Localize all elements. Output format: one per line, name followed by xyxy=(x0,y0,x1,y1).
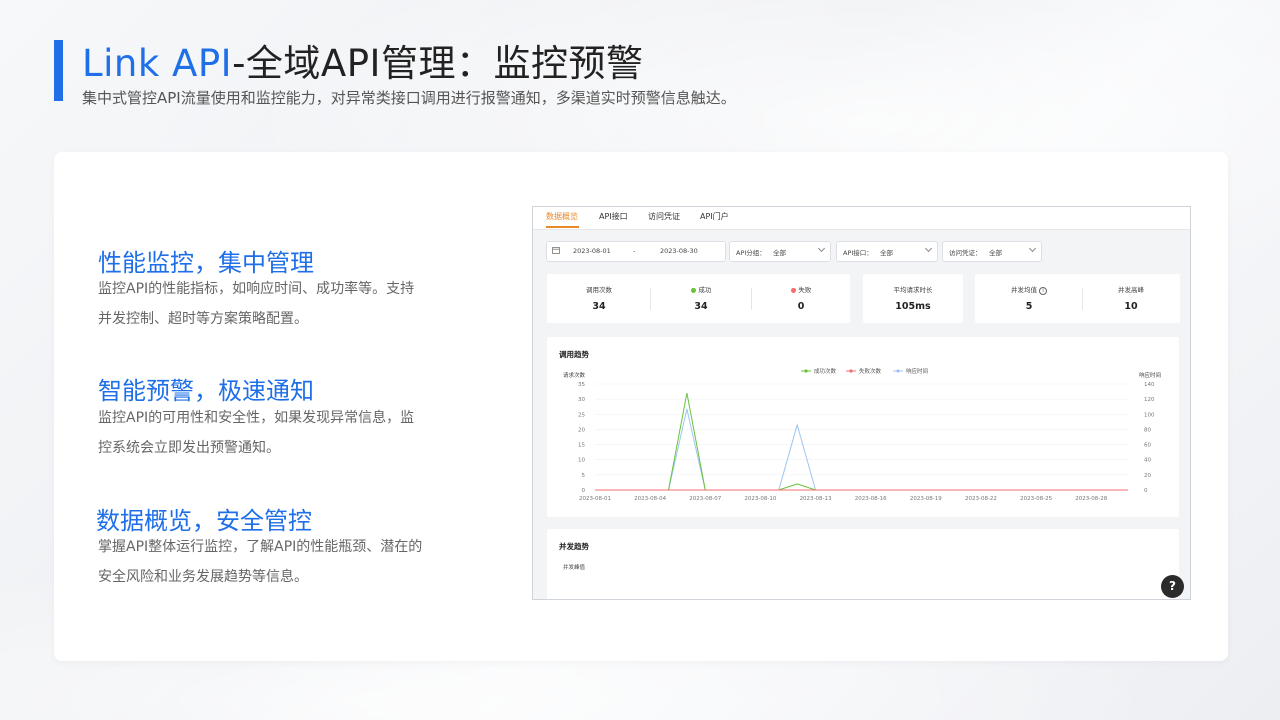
trend-chart: 请求次数 响应时间 0 5 10 15 20 25 30 35 0 20 40 60 80 100 120 140… xyxy=(563,367,1161,502)
tab-portal[interactable]: API门户 xyxy=(700,211,729,222)
x-tick-label: 2023-08-16 xyxy=(855,496,887,502)
series-line-2 xyxy=(595,408,1128,491)
date-separator: - xyxy=(633,247,636,255)
chevron-down-icon xyxy=(924,244,933,253)
feature-title-alert: 智能预警，极速通知 xyxy=(98,377,314,405)
title-rest: -全域API管理：监控预警 xyxy=(232,42,644,85)
chevron-down-icon xyxy=(817,244,826,253)
y-tick-label: 35 xyxy=(578,382,585,388)
tab-overview[interactable]: 数据概览 xyxy=(546,211,578,222)
feature-desc-alert: 监控API的可用性和安全性，如果发现异常信息，监控系统会立即发出预警通知。 xyxy=(98,410,415,456)
stat-value: 34 xyxy=(592,301,606,312)
stat-label: 平均请求时长 xyxy=(893,286,933,294)
fail-dot-icon: ● xyxy=(790,286,797,294)
concurrency-chart: 并发峰值10 xyxy=(563,563,586,571)
stat-value: 0 xyxy=(797,301,805,312)
trend-y-axis-label: 请求次数 xyxy=(563,371,586,379)
filter-api-interface-value: 全部 xyxy=(880,249,893,257)
x-tick-label: 2023-08-22 xyxy=(965,496,997,502)
date-start: 2023-08-01 xyxy=(573,247,611,255)
legend-marker xyxy=(849,369,853,373)
help-button[interactable]: ? xyxy=(1161,575,1184,598)
y2-tick-label: 20 xyxy=(1144,473,1151,479)
feature-title-performance: 性能监控，集中管理 xyxy=(98,249,314,277)
y2-tick-label: 100 xyxy=(1144,412,1155,418)
y-tick-label: 15 xyxy=(578,443,585,449)
y-tick-label: 5 xyxy=(582,473,586,479)
divider xyxy=(751,288,752,310)
filter-api-group-label: API分组： xyxy=(736,249,766,257)
concurrency-chart-panel: 并发趋势 并发峰值10 xyxy=(547,529,1179,599)
dashboard-screenshot: 数据概览 API接口 访问凭证 API门户 2023-08-01 - 2023-… xyxy=(532,206,1191,600)
trend-chart-panel: 调用趋势 请求次数 响应时间 0 5 10 15 20 25 30 35 0 20 40 60 80 100 1… xyxy=(547,337,1179,517)
y-tick-label: 0 xyxy=(582,488,586,494)
divider xyxy=(650,288,651,310)
y2-tick-label: 40 xyxy=(1144,458,1151,464)
filter-api-group[interactable]: API分组： 全部 xyxy=(729,241,831,262)
stat-label: 并发高峰 xyxy=(1118,286,1144,294)
stat-value: 105ms xyxy=(895,301,931,312)
page-title: Link API-全域API管理：监控预警 xyxy=(82,33,643,87)
x-tick-label: 2023-08-10 xyxy=(744,496,776,502)
legend-label: 失败次数 xyxy=(859,367,882,375)
x-tick-label: 2023-08-19 xyxy=(910,496,942,502)
y2-tick-label: 60 xyxy=(1144,443,1151,449)
legend-label: 响应时间 xyxy=(906,367,928,375)
stat-label-success: ● 成功 xyxy=(690,286,712,294)
legend-label: 成功次数 xyxy=(814,367,837,375)
stat-label-concurrency-avg: 并发均值 i xyxy=(1011,284,1048,295)
title-accent-bar xyxy=(54,40,63,101)
legend-marker xyxy=(804,369,808,373)
stat-label: 调用次数 xyxy=(586,286,612,294)
y2-tick-label: 140 xyxy=(1144,382,1155,388)
y-tick-label: 10 xyxy=(578,458,585,464)
series-line-0 xyxy=(595,392,1128,491)
trend-y2-axis-label: 响应时间 xyxy=(1139,371,1161,379)
feature-desc-performance: 监控API的性能指标，如响应时间、成功率等。支持并发控制、超时等方案策略配置。 xyxy=(98,281,415,327)
feature-desc-overview: 掌握API整体运行监控，了解API的性能瓶颈、潜在的安全风险和业务发展趋势等信息… xyxy=(98,539,423,585)
x-tick-label: 2023-08-13 xyxy=(800,496,832,502)
chevron-down-icon xyxy=(1028,244,1037,253)
stat-value: 5 xyxy=(1025,301,1033,312)
stat-value: 34 xyxy=(694,301,708,312)
date-range-picker[interactable]: 2023-08-01 - 2023-08-30 xyxy=(546,241,726,262)
y2-tick-label: 80 xyxy=(1144,427,1151,433)
y2-tick-label: 0 xyxy=(1144,488,1148,494)
info-icon[interactable]: i xyxy=(1039,287,1048,295)
y-tick-label: 20 xyxy=(578,427,585,433)
filter-api-interface-label: API接口： xyxy=(843,249,873,257)
stat-label-fail: ● 失败 xyxy=(790,286,812,294)
dashboard-tabs: 数据概览 API接口 访问凭证 API门户 xyxy=(533,207,1190,230)
stat-value: 10 xyxy=(1124,301,1138,312)
stat-card-calls: 调用次数 34 ● 成功 34 ● 失败 0 xyxy=(547,274,850,323)
x-tick-label: 2023-08-01 xyxy=(579,496,611,502)
stat-card-concurrency: 并发均值 i 5 并发高峰 10 xyxy=(975,274,1180,323)
feature-title-overview: 数据概览，安全管控 xyxy=(96,507,312,535)
active-tab-indicator xyxy=(546,226,579,228)
filter-credential[interactable]: 访问凭证： 全部 xyxy=(942,241,1042,262)
filter-api-group-value: 全部 xyxy=(773,249,786,257)
tab-api[interactable]: API接口 xyxy=(599,211,628,222)
concurrency-y-axis-label: 并发峰值 xyxy=(563,563,586,571)
calendar-icon xyxy=(552,246,560,256)
x-tick-label: 2023-08-07 xyxy=(689,496,721,502)
x-tick-label: 2023-08-25 xyxy=(1020,496,1052,502)
filter-credential-value: 全部 xyxy=(989,249,1002,257)
title-brand: Link API xyxy=(82,42,233,85)
date-end: 2023-08-30 xyxy=(660,247,698,255)
stat-card-avg-duration: 平均请求时长 105ms xyxy=(863,274,963,323)
filter-api-interface[interactable]: API接口： 全部 xyxy=(836,241,938,262)
page-subtitle: 集中式管控API流量使用和监控能力，对异常类接口调用进行报警通知，多渠道实时预警… xyxy=(82,89,736,107)
tab-credentials[interactable]: 访问凭证 xyxy=(648,211,680,222)
y2-tick-label: 120 xyxy=(1144,397,1155,403)
x-tick-label: 2023-08-28 xyxy=(1075,496,1107,502)
divider xyxy=(1082,288,1083,310)
filter-credential-label: 访问凭证： xyxy=(949,249,982,257)
success-dot-icon: ● xyxy=(690,286,697,294)
y-tick-label: 25 xyxy=(578,412,585,418)
y-tick-label: 30 xyxy=(578,397,585,403)
legend-marker xyxy=(896,369,900,373)
x-tick-label: 2023-08-04 xyxy=(634,496,666,502)
